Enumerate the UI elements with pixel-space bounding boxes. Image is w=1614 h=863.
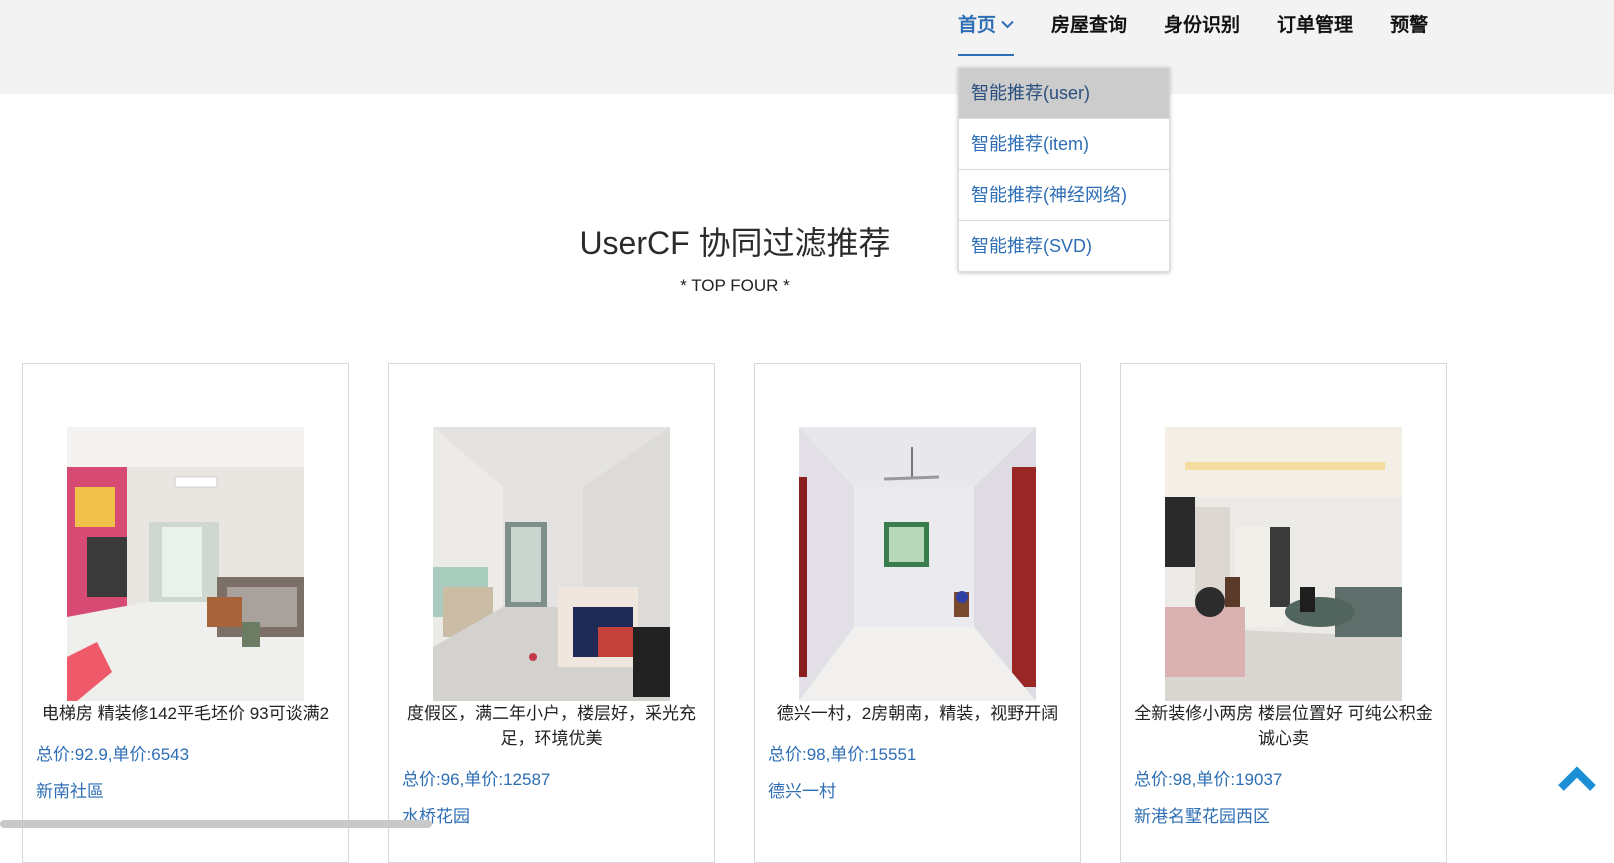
listing-price: 总价:92.9,单价:6543 [36, 745, 190, 764]
listing-community-link[interactable]: 新港名墅花园西区 [1134, 802, 1270, 827]
listing-title[interactable]: 德兴一村，2房朝南，精装，视野开阔 [763, 701, 1072, 726]
section-title: UserCF 协同过滤推荐 [579, 225, 891, 261]
nav-item-warning[interactable]: 预警 [1390, 0, 1428, 56]
chevron-up-icon [1558, 766, 1596, 791]
listing-card: 德兴一村，2房朝南，精装，视野开阔 总价:98,单价:15551 德兴一村 [754, 363, 1081, 863]
horizontal-scrollbar[interactable] [0, 820, 432, 828]
listing-price: 总价:98,单价:15551 [768, 745, 917, 764]
listing-card: 度假区，满二年小户，楼层好，采光充足，环境优美 总价:96,单价:12587 水… [388, 363, 715, 863]
section-subtitle: * TOP FOUR * [680, 276, 790, 295]
listing-community-link[interactable]: 德兴一村 [768, 777, 836, 802]
nav-item-order-management[interactable]: 订单管理 [1277, 0, 1353, 56]
listing-photo[interactable] [1165, 427, 1402, 701]
listing-photo[interactable] [433, 427, 670, 701]
listing-title[interactable]: 度假区，满二年小户，楼层好，采光充足，环境优美 [397, 701, 706, 751]
menu-item-recommend-item[interactable]: 智能推荐(item) [959, 119, 1169, 170]
home-dropdown-menu: 智能推荐(user) 智能推荐(item) 智能推荐(神经网络) 智能推荐(SV… [958, 67, 1170, 272]
listing-price: 总价:98,单价:19037 [1134, 770, 1283, 789]
nav-item-identity-recognition[interactable]: 身份识别 [1164, 0, 1240, 56]
chevron-down-icon [1001, 0, 1014, 50]
listing-title[interactable]: 全新装修小两房 楼层位置好 可纯公积金 诚心卖 [1129, 701, 1438, 751]
listing-photo[interactable] [799, 427, 1036, 701]
menu-item-recommend-user[interactable]: 智能推荐(user) [959, 68, 1169, 119]
listing-price: 总价:96,单价:12587 [402, 770, 551, 789]
main-nav: 首页 房屋查询 身份识别 订单管理 预警 [958, 0, 1465, 58]
listing-card: 电梯房 精装修142平毛坯价 93可谈满2 总价:92.9,单价:6543 新南… [22, 363, 349, 863]
nav-item-house-search[interactable]: 房屋查询 [1051, 0, 1127, 56]
listing-title[interactable]: 电梯房 精装修142平毛坯价 93可谈满2 [31, 701, 340, 726]
back-to-top-button[interactable] [1557, 764, 1597, 794]
listing-photo[interactable] [67, 427, 304, 701]
menu-item-recommend-svd[interactable]: 智能推荐(SVD) [959, 221, 1169, 271]
nav-item-home-label: 首页 [958, 15, 997, 37]
listing-community-link[interactable]: 新南社區 [36, 777, 104, 802]
menu-item-recommend-neural-network[interactable]: 智能推荐(神经网络) [959, 170, 1169, 221]
listing-card: 全新装修小两房 楼层位置好 可纯公积金 诚心卖 总价:98,单价:19037 新… [1120, 363, 1447, 863]
nav-item-home[interactable]: 首页 [958, 0, 1015, 56]
